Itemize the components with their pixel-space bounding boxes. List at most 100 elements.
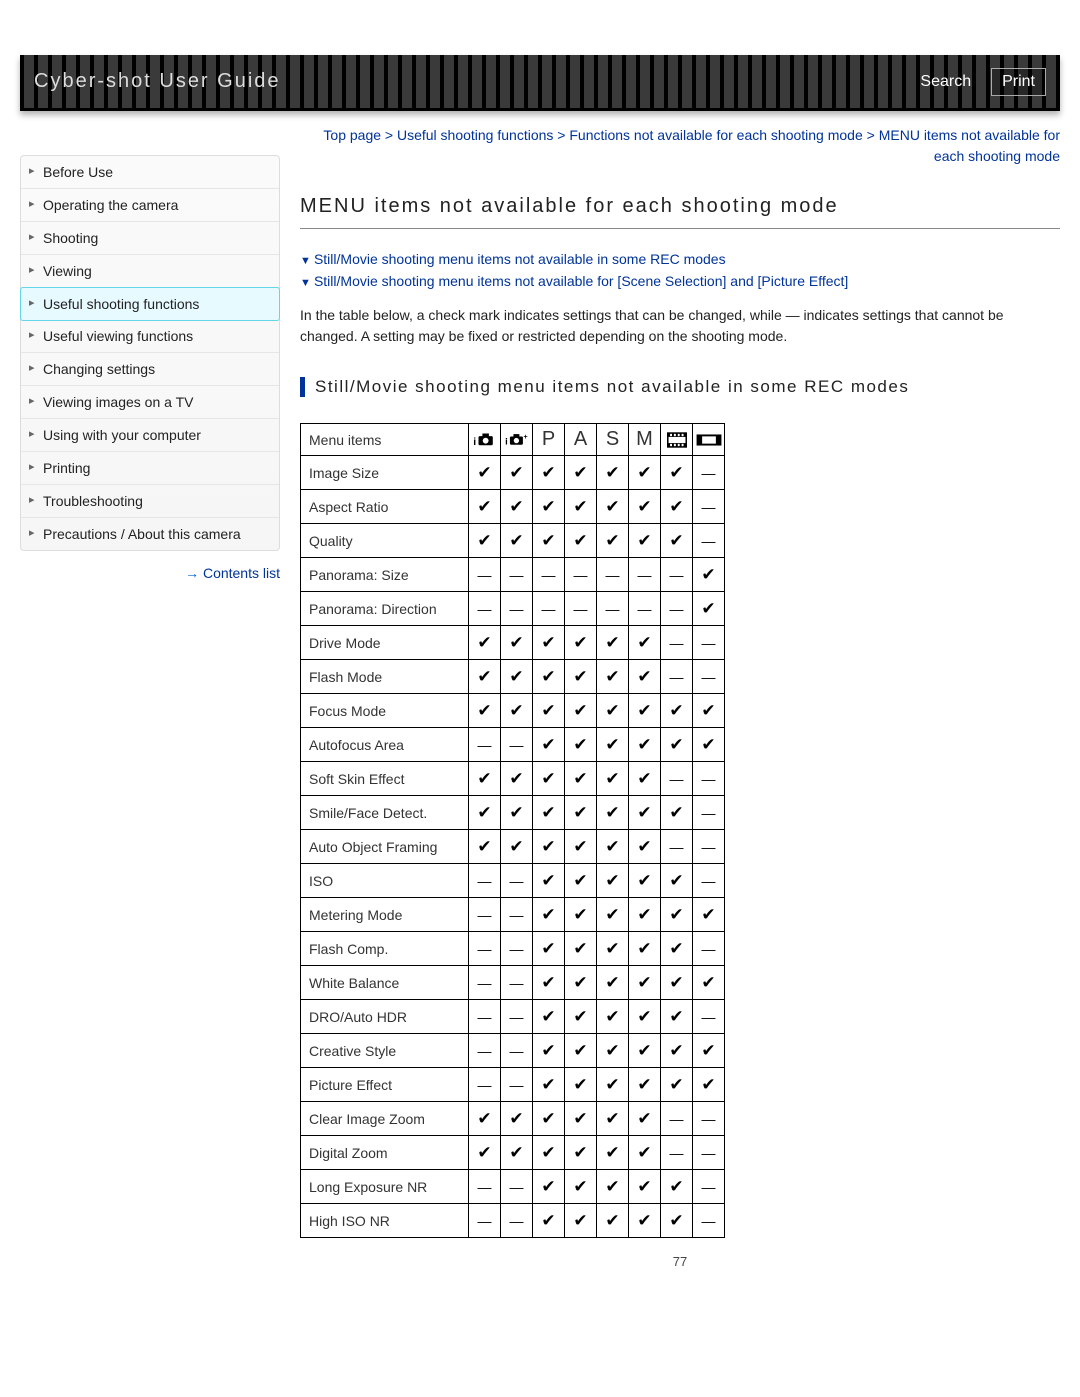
sidebar-item[interactable]: Useful viewing functions — [21, 320, 279, 353]
dash-icon — [469, 898, 501, 932]
table-row: DRO/Auto HDR — [301, 1000, 725, 1034]
check-icon — [629, 966, 661, 1000]
check-icon — [693, 1034, 725, 1068]
dash-icon — [597, 558, 629, 592]
check-icon — [629, 1034, 661, 1068]
page-title: MENU items not available for each shooti… — [300, 195, 1060, 229]
check-icon — [469, 1102, 501, 1136]
sidebar-item[interactable]: Before Use — [21, 156, 279, 189]
check-icon — [501, 694, 533, 728]
check-icon — [661, 932, 693, 966]
table-header-menu-items: Menu items — [301, 424, 469, 456]
check-icon — [661, 456, 693, 490]
table-row: Long Exposure NR — [301, 1170, 725, 1204]
dash-icon — [469, 1204, 501, 1238]
mode-column-header — [661, 424, 693, 456]
table-row: Auto Object Framing — [301, 830, 725, 864]
check-icon — [661, 728, 693, 762]
menu-item-name: DRO/Auto HDR — [301, 1000, 469, 1034]
check-icon — [597, 1102, 629, 1136]
check-icon — [565, 1204, 597, 1238]
check-icon — [565, 728, 597, 762]
check-icon — [469, 524, 501, 558]
dash-icon — [565, 558, 597, 592]
check-icon — [501, 626, 533, 660]
menu-item-name: Aspect Ratio — [301, 490, 469, 524]
check-icon — [629, 932, 661, 966]
menu-item-name: Drive Mode — [301, 626, 469, 660]
breadcrumb[interactable]: Top page > Useful shooting functions > F… — [300, 125, 1060, 167]
dash-icon — [693, 1136, 725, 1170]
check-icon — [469, 796, 501, 830]
check-icon — [565, 762, 597, 796]
check-icon — [597, 524, 629, 558]
anchor-link[interactable]: Still/Movie shooting menu items not avai… — [300, 251, 1060, 267]
sidebar-item[interactable]: Printing — [21, 452, 279, 485]
dash-icon — [501, 864, 533, 898]
sidebar-item[interactable]: Troubleshooting — [21, 485, 279, 518]
check-icon — [597, 456, 629, 490]
check-icon — [533, 796, 565, 830]
dash-icon — [533, 592, 565, 626]
sidebar-item[interactable]: Viewing — [21, 255, 279, 288]
panorama-icon — [695, 430, 722, 450]
check-icon — [469, 762, 501, 796]
print-button[interactable]: Print — [991, 68, 1046, 96]
dash-icon — [501, 932, 533, 966]
check-icon — [533, 898, 565, 932]
check-icon — [661, 524, 693, 558]
check-icon — [533, 1204, 565, 1238]
dash-icon — [693, 1000, 725, 1034]
check-icon — [469, 626, 501, 660]
check-icon — [533, 932, 565, 966]
check-icon — [533, 456, 565, 490]
check-icon — [693, 898, 725, 932]
check-icon — [533, 1102, 565, 1136]
menu-item-name: Smile/Face Detect. — [301, 796, 469, 830]
search-button[interactable]: Search — [910, 69, 981, 95]
sidebar-item[interactable]: Precautions / About this camera — [21, 518, 279, 550]
check-icon — [661, 966, 693, 1000]
check-icon — [629, 1170, 661, 1204]
check-icon — [597, 1170, 629, 1204]
check-icon — [565, 490, 597, 524]
dash-icon — [469, 1170, 501, 1204]
sidebar-item[interactable]: Shooting — [21, 222, 279, 255]
section-heading: Still/Movie shooting menu items not avai… — [300, 377, 1060, 397]
dash-icon — [661, 1136, 693, 1170]
top-bar: Cyber-shot User Guide Search Print — [20, 55, 1060, 111]
check-icon — [501, 1102, 533, 1136]
check-icon — [501, 524, 533, 558]
check-icon — [533, 1034, 565, 1068]
table-row: Drive Mode — [301, 626, 725, 660]
check-icon — [533, 694, 565, 728]
sidebar-item[interactable]: Viewing images on a TV — [21, 386, 279, 419]
check-icon — [533, 1000, 565, 1034]
menu-item-name: Quality — [301, 524, 469, 558]
sidebar-item[interactable]: Using with your computer — [21, 419, 279, 452]
menu-item-name: Creative Style — [301, 1034, 469, 1068]
sidebar-item[interactable]: Useful shooting functions — [20, 287, 280, 321]
svg-text:i: i — [505, 436, 508, 447]
menu-item-name: White Balance — [301, 966, 469, 1000]
sidebar-item[interactable]: Operating the camera — [21, 189, 279, 222]
check-icon — [693, 966, 725, 1000]
check-icon — [565, 796, 597, 830]
check-icon — [597, 694, 629, 728]
dash-icon — [661, 762, 693, 796]
menu-item-name: Autofocus Area — [301, 728, 469, 762]
dash-icon — [501, 558, 533, 592]
check-icon — [629, 830, 661, 864]
check-icon — [597, 966, 629, 1000]
check-icon — [501, 762, 533, 796]
dash-icon — [693, 830, 725, 864]
anchor-link[interactable]: Still/Movie shooting menu items not avai… — [300, 273, 1060, 289]
dash-icon — [501, 898, 533, 932]
contents-list-link[interactable]: Contents list — [20, 565, 280, 581]
sidebar-item[interactable]: Changing settings — [21, 353, 279, 386]
dash-icon — [693, 626, 725, 660]
dash-icon — [501, 592, 533, 626]
menu-item-name: Clear Image Zoom — [301, 1102, 469, 1136]
check-icon — [629, 1102, 661, 1136]
check-icon — [565, 898, 597, 932]
